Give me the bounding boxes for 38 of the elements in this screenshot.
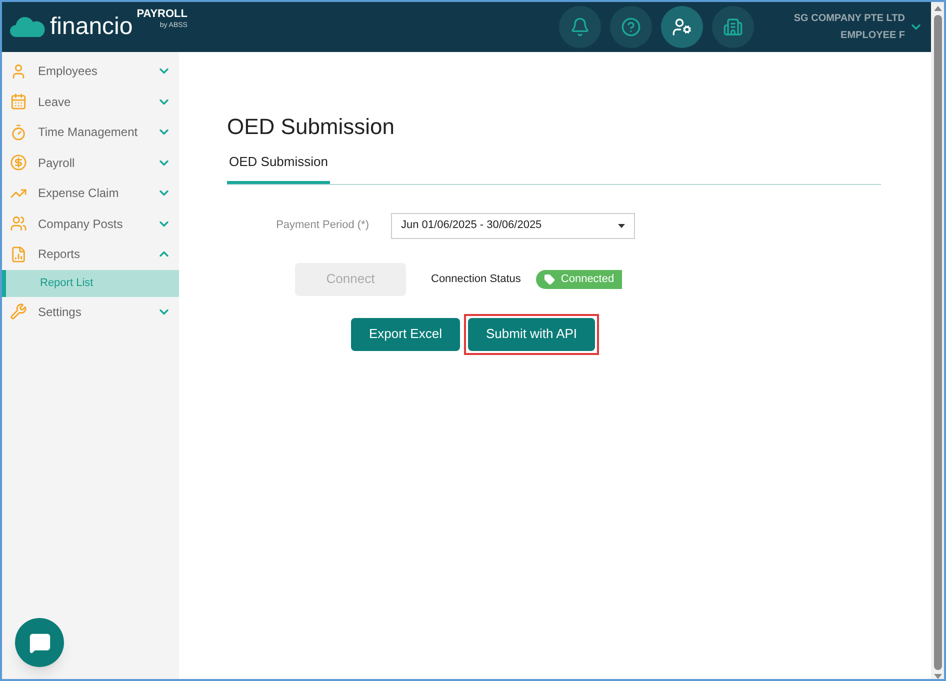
building-icon [722,17,743,37]
company-name: SG COMPANY PTE LTD [794,12,905,26]
sidebar-item[interactable]: Leave [2,86,179,117]
sidebar-item[interactable]: Settings [2,296,179,327]
product-name: PAYROLL [136,8,188,22]
calendar-icon [10,93,27,110]
action-button[interactable]: Submit with API [468,318,596,350]
page-title: OED Submission [227,116,396,138]
header-icon-button[interactable] [660,6,703,48]
people-icon [10,215,27,232]
help-icon [620,17,641,37]
chat-icon [28,632,50,654]
money-bag-icon [10,154,27,172]
report-icon [10,246,27,263]
connection-status-label: Connection Status [431,272,521,287]
status-badge: Connected [536,270,622,288]
person-icon [10,62,27,80]
sidebar-item[interactable]: Reports [2,239,179,270]
scroll-down-arrow-icon[interactable] [934,674,942,679]
user-name: EMPLOYEE F [840,29,905,43]
brand-name: financio [50,15,133,39]
scroll-up-arrow-icon[interactable] [934,6,942,11]
sidebar-item[interactable]: Time Management [2,117,179,148]
bell-icon [570,17,590,37]
dropdown-caret-icon [618,224,625,228]
chat-button[interactable] [15,618,64,667]
field-label: Payment Period (*) [275,218,370,234]
cloud-logo-icon [10,15,46,39]
payment-period-select[interactable]: Jun 01/06/2025 - 30/06/2025 [391,212,635,238]
stopwatch-icon [10,124,27,141]
sidebar-item[interactable]: Employees [2,56,179,86]
tools-icon [10,303,27,320]
sidebar-item[interactable]: Payroll [2,148,179,178]
action-button[interactable]: Export Excel [351,318,460,350]
tab[interactable]: OED Submission [227,152,330,184]
sidebar-item[interactable]: Expense Claim [2,178,179,208]
user-gear-icon [672,17,692,37]
sidebar-item[interactable]: Company Posts [2,208,179,239]
